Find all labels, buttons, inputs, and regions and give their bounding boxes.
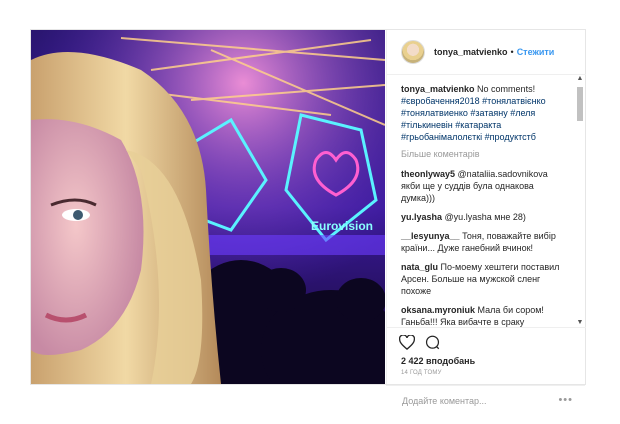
comment-item: theonlyway5 @nataliia.sadovnikova якби щ…	[401, 168, 569, 204]
caption: tonya_matvienko No comments! #євробаченн…	[401, 83, 569, 143]
separator-dot: •	[510, 47, 514, 57]
comment-username[interactable]: nata_glu	[401, 262, 438, 272]
comment-item: nata_glu По-моему хештеги поставил Арсен…	[401, 261, 569, 297]
load-more-comments[interactable]: Більше коментарів	[401, 148, 569, 160]
post-sidebar: tonya_matvienko • Стежити tonya_matvienk…	[386, 30, 586, 384]
scroll-up-arrow[interactable]: ▲	[576, 75, 584, 83]
scroll-down-arrow[interactable]: ▼	[576, 319, 584, 327]
comment-username[interactable]: theonlyway5	[401, 169, 455, 179]
comment-icon[interactable]	[425, 335, 440, 352]
avatar[interactable]	[401, 40, 425, 64]
add-comment-bar: •••	[386, 385, 585, 416]
likes-count[interactable]: 2 422 вподобань	[387, 356, 586, 366]
caption-text: No comments!	[477, 84, 536, 94]
comment-item: __lesyunya__ Тоня, поважайте вибір країн…	[401, 230, 569, 254]
comment-item: oksana.myroniuk Мала би сором! Ганьба!!!…	[401, 304, 569, 327]
post-photo[interactable]: Eurovision	[31, 30, 385, 384]
scroll-thumb[interactable]	[577, 87, 583, 121]
comment-text: @yu.lyasha мне 28)	[444, 212, 526, 222]
selfie-image: Eurovision	[31, 30, 385, 384]
caption-hashtags[interactable]: #євробачення2018 #тонялатвієнко #тонялат…	[401, 96, 546, 142]
comment-username[interactable]: yu.lyasha	[401, 212, 442, 222]
caption-username[interactable]: tonya_matvienko	[401, 84, 475, 94]
post-header: tonya_matvienko • Стежити	[387, 30, 586, 75]
comments-scrollbar[interactable]: ▲ ▼	[576, 75, 584, 327]
instagram-post: Eurovision tonya_matvienko • Стежити ton…	[30, 29, 586, 407]
post-actions: 2 422 вподобань 14 год тому	[387, 327, 586, 385]
post-timestamp: 14 год тому	[401, 370, 442, 376]
comment-username[interactable]: __lesyunya__	[401, 231, 460, 241]
more-options-icon[interactable]: •••	[558, 394, 573, 406]
header-username[interactable]: tonya_matvienko	[434, 47, 508, 57]
add-comment-input[interactable]	[400, 395, 564, 407]
comments-list[interactable]: tonya_matvienko No comments! #євробаченн…	[387, 75, 586, 327]
heart-icon[interactable]	[398, 334, 416, 352]
comment-item: yu.lyasha @yu.lyasha мне 28)	[401, 211, 569, 223]
follow-button[interactable]: Стежити	[517, 47, 555, 57]
comment-username[interactable]: oksana.myroniuk	[401, 305, 475, 315]
eurovision-logo: Eurovision	[311, 219, 373, 233]
